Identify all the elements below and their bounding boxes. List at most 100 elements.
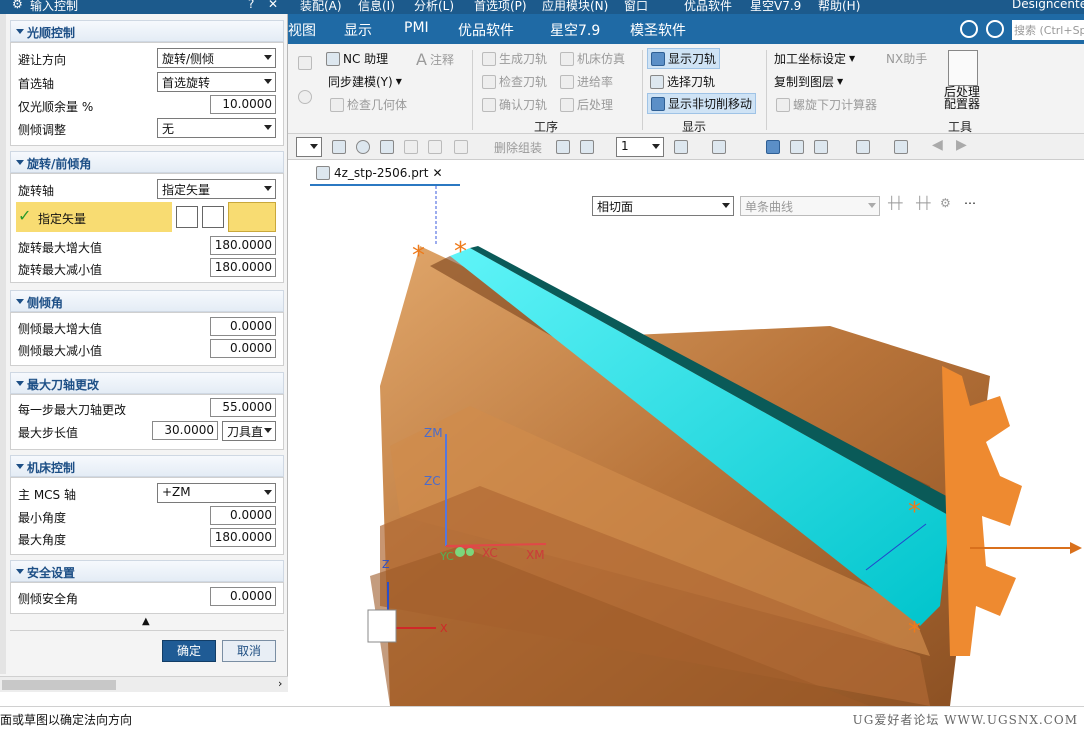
- section-header-tilt[interactable]: 侧倾角: [10, 290, 284, 312]
- side-safe-angle-input[interactable]: 0.0000: [210, 587, 276, 606]
- per-step-axis-change-input[interactable]: 55.0000: [210, 398, 276, 417]
- menu-analysis[interactable]: 分析(L): [414, 0, 454, 14]
- rotation-axis-select[interactable]: 指定矢量: [157, 179, 276, 199]
- tilt-max-increase-input[interactable]: 0.0000: [210, 317, 276, 336]
- feed-rate-button[interactable]: 进给率: [560, 73, 613, 90]
- horizontal-scrollbar[interactable]: ›: [0, 676, 288, 692]
- rotate-max-decrease-input[interactable]: 180.0000: [210, 258, 276, 277]
- max-step-input[interactable]: 30.0000: [152, 421, 218, 440]
- reverse-vector-icon[interactable]: [176, 206, 198, 228]
- frown-icon[interactable]: [986, 20, 1004, 38]
- cancel-button[interactable]: 取消: [222, 640, 276, 662]
- menu-assembly[interactable]: 装配(A): [300, 0, 342, 14]
- menu-app-modules[interactable]: 应用模块(N): [542, 0, 608, 14]
- section-header-smooth[interactable]: 光顺控制: [10, 20, 284, 42]
- collapse-up-icon[interactable]: ▲: [142, 616, 150, 627]
- machine-csys-menu[interactable]: 加工坐标设定 ▼: [774, 50, 855, 67]
- shaded-icon[interactable]: [674, 140, 688, 154]
- post-config-button[interactable]: 后处理 配置器: [944, 86, 980, 110]
- menu-preferences[interactable]: 首选项(P): [474, 0, 527, 14]
- ok-button[interactable]: 确定: [162, 640, 216, 662]
- hexagon-icon[interactable]: [404, 140, 418, 154]
- annotation-button[interactable]: A 注释: [416, 50, 454, 69]
- eye-icon[interactable]: [790, 140, 804, 154]
- face-rule-select[interactable]: 相切面: [592, 196, 734, 216]
- max-step-unit-select[interactable]: 刀具直: [222, 421, 276, 441]
- layer-select[interactable]: 1: [616, 137, 664, 157]
- tilt-max-decrease-input[interactable]: 0.0000: [210, 339, 276, 358]
- layers-icon[interactable]: [856, 140, 870, 154]
- close-icon[interactable]: ✕: [432, 166, 442, 180]
- smooth-rest-input[interactable]: 10.0000: [210, 95, 276, 114]
- search-input[interactable]: 搜索 (Ctrl+Sp: [1012, 20, 1084, 40]
- tab-display[interactable]: 显示: [344, 20, 372, 40]
- nc-helper-button[interactable]: NC 助理: [326, 50, 388, 67]
- circle-icon[interactable]: [298, 90, 312, 104]
- curve-rule-select[interactable]: 单条曲线: [740, 196, 880, 216]
- section-header-axis-change[interactable]: 最大刀轴更改: [10, 372, 284, 394]
- menu-youpin[interactable]: 优品软件: [684, 0, 732, 14]
- cube-icon[interactable]: [712, 140, 726, 154]
- menu-xingkong[interactable]: 星空V7.9: [750, 0, 801, 14]
- menu-info[interactable]: 信息(I): [358, 0, 395, 14]
- box-icon[interactable]: [580, 140, 594, 154]
- component-icon[interactable]: [556, 140, 570, 154]
- preferred-axis-select[interactable]: 首选旋转: [157, 72, 276, 92]
- select-arrow-icon[interactable]: [332, 140, 346, 154]
- side-tilt-adjust-select[interactable]: 无: [157, 118, 276, 138]
- tab-pmi[interactable]: PMI: [404, 20, 429, 36]
- vector-type-select[interactable]: [228, 202, 276, 232]
- sphere-icon[interactable]: [356, 140, 370, 154]
- section-header-safety[interactable]: 安全设置: [10, 560, 284, 582]
- smiley-icon[interactable]: [960, 20, 978, 38]
- confirm-toolpath-button[interactable]: 确认刀轨: [482, 96, 547, 113]
- close-icon[interactable]: ✕: [268, 0, 278, 11]
- tab-xingkong[interactable]: 星空7.9: [550, 20, 600, 40]
- filter-select[interactable]: [296, 137, 322, 157]
- snap-end-icon[interactable]: ┼┼: [916, 196, 930, 210]
- nx-helper-button[interactable]: NX助手: [886, 50, 927, 67]
- hide-icon[interactable]: [814, 140, 828, 154]
- delete-group-button[interactable]: 删除组装: [494, 139, 542, 156]
- main-mcs-axis-select[interactable]: +ZM: [157, 483, 276, 503]
- post-config-icon[interactable]: [948, 50, 978, 86]
- spiral-calc-button[interactable]: 螺旋下刀计算器: [776, 96, 877, 113]
- part-tab[interactable]: 4z_stp-2506.prt ✕: [310, 162, 460, 186]
- more-icon[interactable]: ⋯: [964, 196, 976, 210]
- scrollbar-thumb[interactable]: [2, 680, 116, 690]
- section-header-rotate[interactable]: 旋转/前倾角: [10, 151, 284, 173]
- section-header-machine[interactable]: 机床控制: [10, 455, 284, 477]
- show-noncut-button[interactable]: 显示非切削移动: [646, 93, 757, 114]
- graphics-viewport[interactable]: * * * * ZM ZC XC XM YC Z X: [310, 186, 1084, 706]
- tab-mosheng[interactable]: 模圣软件: [630, 20, 686, 40]
- mcs-icon[interactable]: [766, 140, 780, 154]
- avoid-direction-select[interactable]: 旋转/侧倾: [157, 48, 276, 68]
- check-toolpath-button[interactable]: 检查刀轨: [482, 73, 547, 90]
- sync-modeling-menu[interactable]: 同步建模(Y) ▼: [328, 73, 402, 90]
- postprocess-button[interactable]: 后处理: [560, 96, 613, 113]
- rotate-max-increase-input[interactable]: 180.0000: [210, 236, 276, 255]
- back-arrow-icon[interactable]: ◀: [932, 137, 943, 153]
- help-icon[interactable]: ?: [248, 0, 254, 11]
- inspect-geometry-button[interactable]: 检查几何体: [330, 96, 407, 113]
- vector-constructor-icon[interactable]: [202, 206, 224, 228]
- grid-icon[interactable]: [298, 56, 312, 70]
- snap-point-icon[interactable]: ┼┼: [888, 196, 902, 210]
- tab-youpin[interactable]: 优品软件: [458, 20, 514, 40]
- tab-view[interactable]: 视图: [288, 20, 316, 40]
- snap-settings-icon[interactable]: ⚙: [940, 196, 951, 210]
- gen-toolpath-button[interactable]: 生成刀轨: [482, 50, 547, 67]
- select-toolpath-button[interactable]: 选择刀轨: [650, 73, 715, 90]
- show-toolpath-button[interactable]: 显示刀轨: [646, 48, 721, 69]
- min-angle-input[interactable]: 0.0000: [210, 506, 276, 525]
- snap-icon[interactable]: [380, 140, 394, 154]
- shape-icon[interactable]: [428, 140, 442, 154]
- forward-arrow-icon[interactable]: ▶: [956, 137, 967, 153]
- move-icon[interactable]: [454, 140, 468, 154]
- menu-help[interactable]: 帮助(H): [818, 0, 860, 14]
- measure-icon[interactable]: [894, 140, 908, 154]
- gear-icon[interactable]: ⚙: [12, 0, 23, 11]
- max-angle-input[interactable]: 180.0000: [210, 528, 276, 547]
- menu-window[interactable]: 窗口: [624, 0, 648, 14]
- chevron-right-icon[interactable]: ›: [278, 677, 282, 690]
